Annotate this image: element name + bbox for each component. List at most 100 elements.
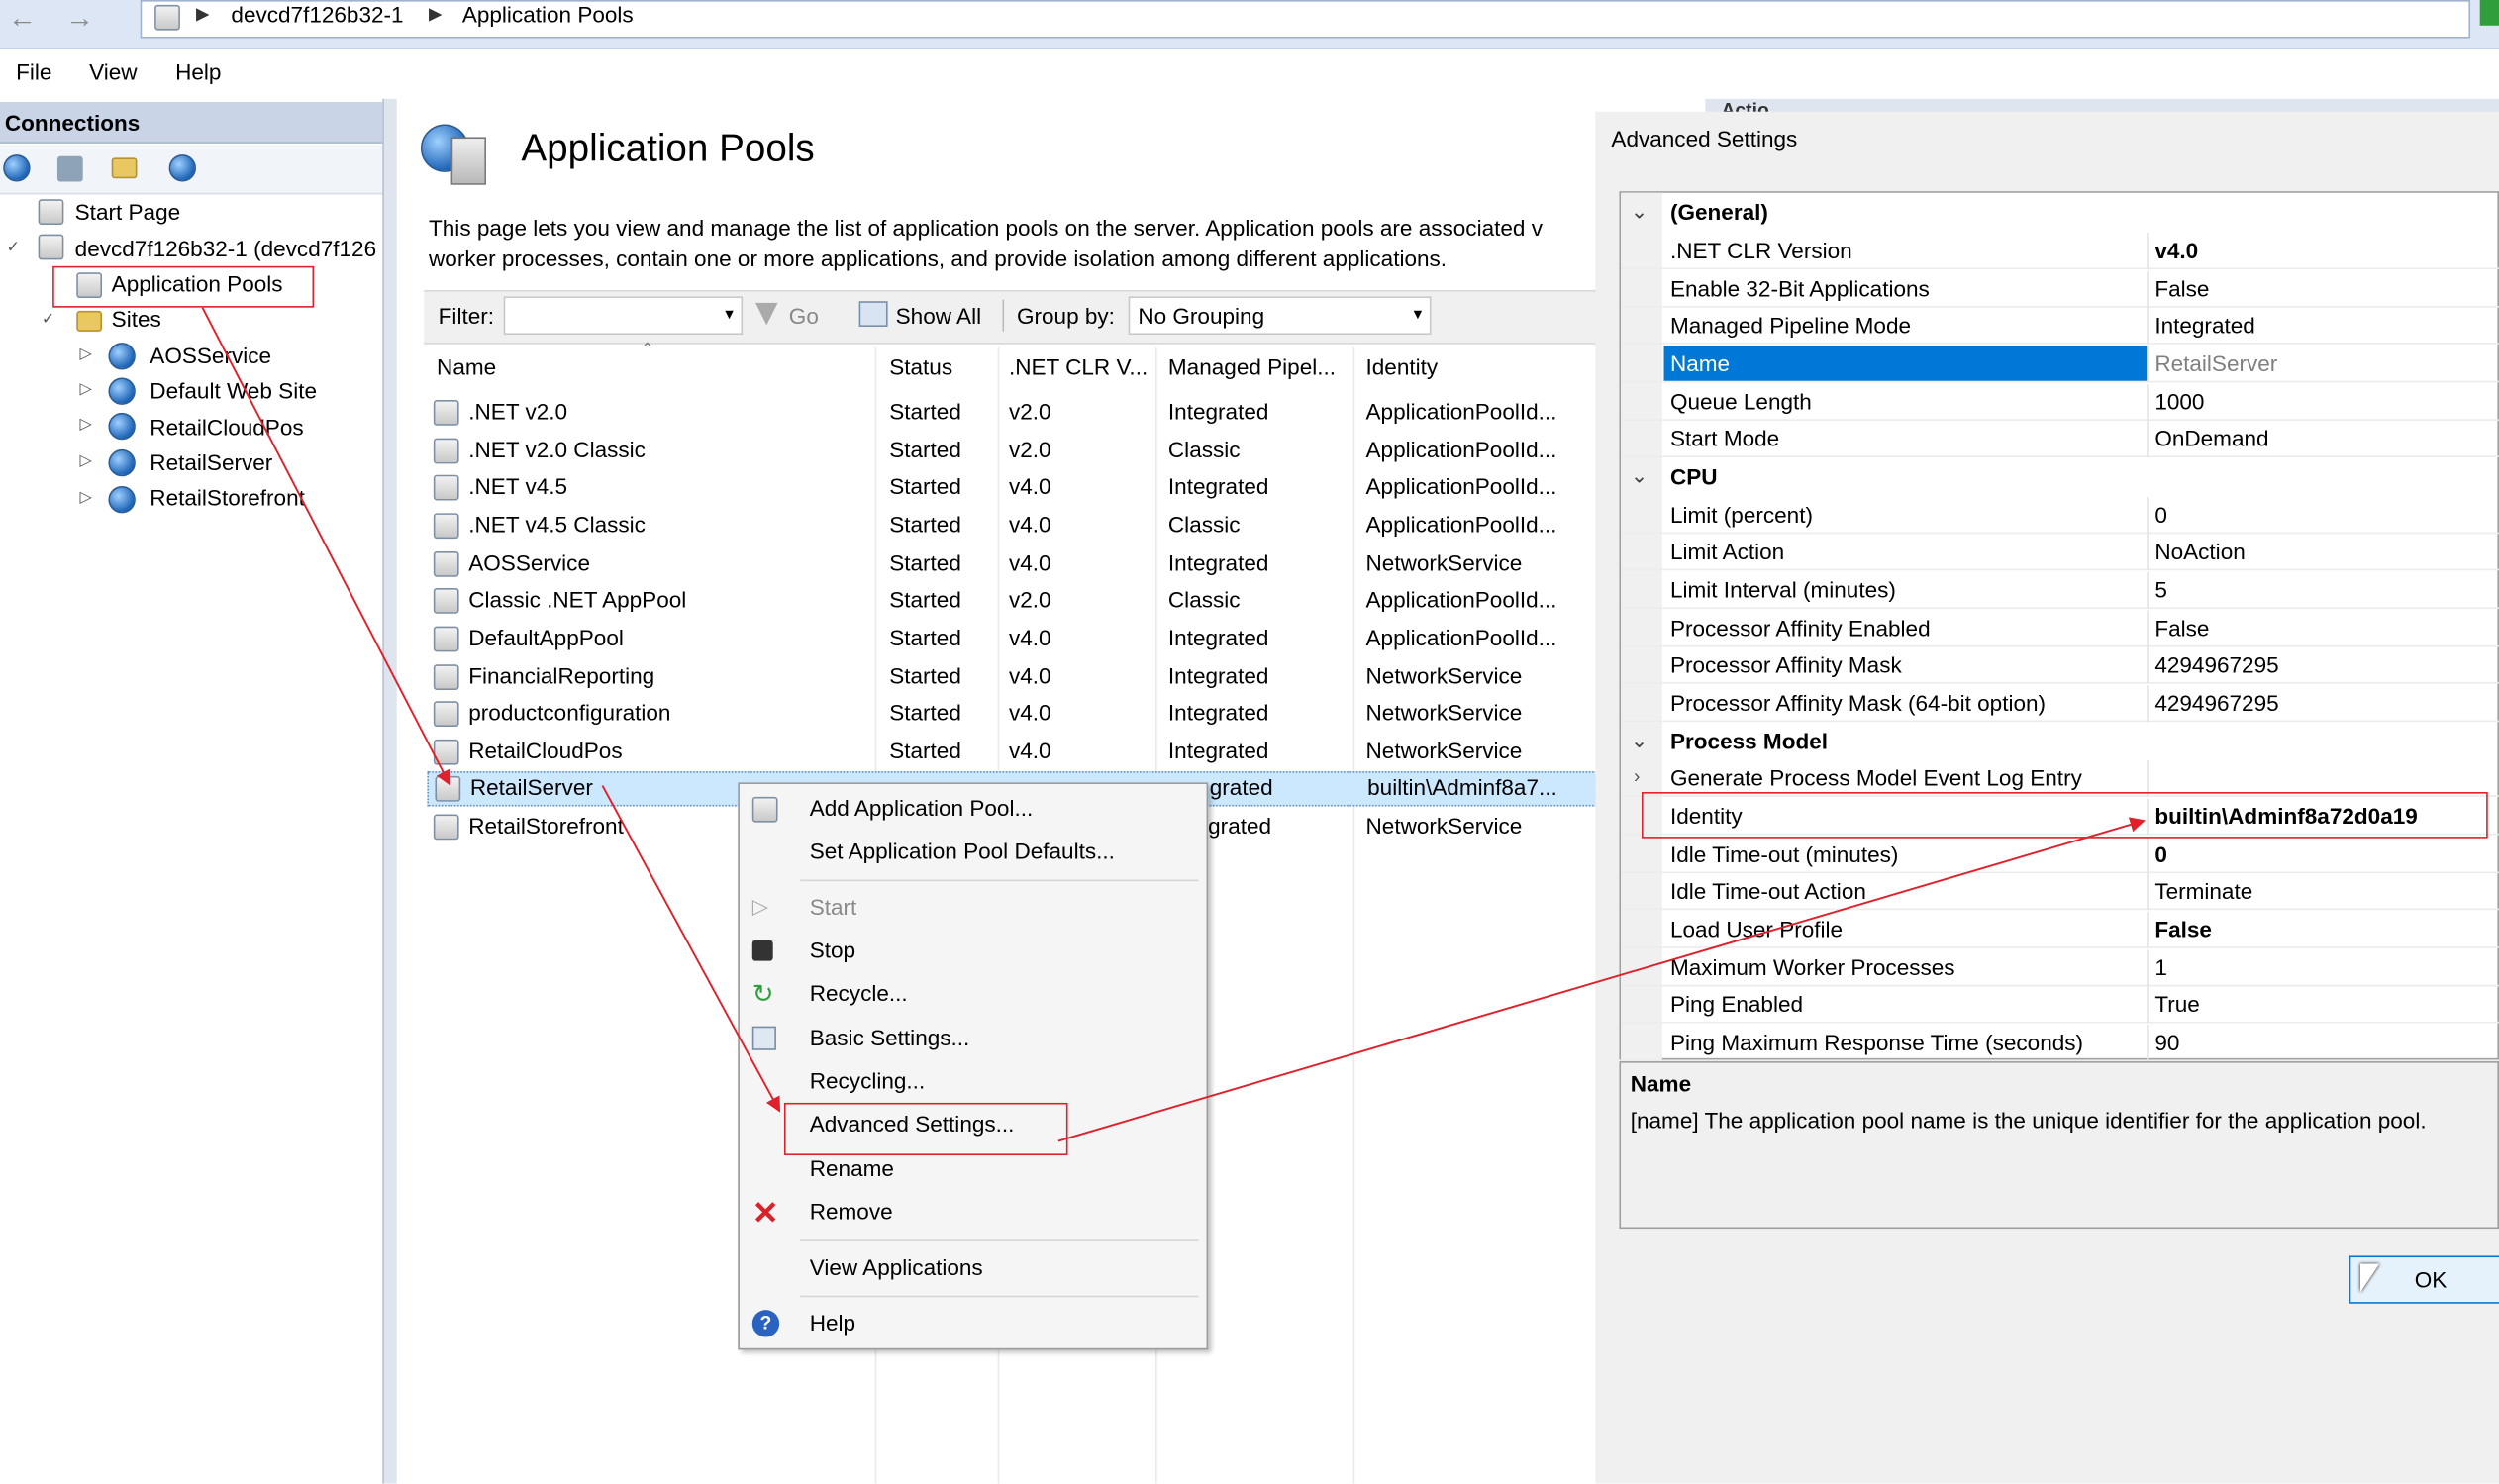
breadcrumb[interactable]: ▶ devcd7f126b32-1 ▶ Application Pools <box>140 0 2471 39</box>
column-header-clr[interactable]: .NET CLR V... <box>1009 353 1148 379</box>
menu-help[interactable]: Help <box>175 59 221 85</box>
property-row[interactable]: Processor Affinity Enabled False <box>1621 610 2499 647</box>
tree-server[interactable]: devcd7f126b32-1 (devcd7f126 <box>75 236 376 261</box>
connect-icon[interactable] <box>3 154 31 182</box>
table-row[interactable]: Classic .NET AppPool Started v2.0 Classi… <box>427 583 1597 618</box>
table-row[interactable]: .NET v4.5 Started v4.0 Integrated Applic… <box>427 470 1597 505</box>
expand-chevron-icon[interactable]: ▷ <box>79 489 91 507</box>
help-icon[interactable] <box>2479 0 2499 26</box>
tree-site-item[interactable]: Default Web Site <box>150 377 317 403</box>
menu-add-application-pool[interactable]: Add Application Pool... <box>810 795 1034 821</box>
back-arrow-icon[interactable]: ← <box>6 3 38 35</box>
site-globe-icon <box>108 343 136 370</box>
dropdown-arrow-icon[interactable]: ▼ <box>1411 306 1425 322</box>
collapse-chevron-icon[interactable]: ✓ <box>6 239 20 256</box>
collapse-chevron-icon[interactable]: ✓ <box>42 311 55 329</box>
table-row[interactable]: .NET v4.5 Classic Started v4.0 Classic A… <box>427 508 1597 543</box>
dropdown-arrow-icon[interactable]: ▼ <box>722 306 736 322</box>
property-row[interactable]: Ping Maximum Response Time (seconds) 90 <box>1621 1025 2499 1062</box>
tree-start-page[interactable]: Start Page <box>75 199 180 225</box>
group-by-select[interactable]: No Grouping ▼ <box>1128 296 1432 336</box>
menu-rename[interactable]: Rename <box>810 1155 894 1181</box>
property-row[interactable]: Limit Action NoAction <box>1621 534 2499 571</box>
property-key: Processor Affinity Mask (64-bit option) <box>1669 690 2047 716</box>
menu-view-applications[interactable]: View Applications <box>810 1254 983 1280</box>
collapse-chevron-icon[interactable]: ⌄ <box>1631 463 1649 489</box>
page-description-2: worker processes, contain one or more ap… <box>429 245 1448 271</box>
group-by-value: No Grouping <box>1138 302 1265 329</box>
forward-arrow-icon[interactable]: → <box>63 3 95 35</box>
property-value: NoAction <box>2154 539 2246 564</box>
property-grid: ⌄ (General) .NET CLR Version v4.0 Enable… <box>1619 191 2499 1062</box>
go-button[interactable]: Go <box>789 303 819 329</box>
property-row[interactable]: Enable 32-Bit Applications False <box>1621 270 2499 308</box>
table-row[interactable]: RetailCloudPos Started v4.0 Integrated N… <box>427 735 1597 769</box>
property-row-selected[interactable]: Name RetailServer <box>1621 346 2499 383</box>
column-header-name[interactable]: Name <box>437 353 496 379</box>
table-row[interactable]: .NET v2.0 Classic Started v2.0 Classic A… <box>427 434 1597 468</box>
breadcrumb-app-pools[interactable]: Application Pools <box>462 2 634 28</box>
property-row[interactable]: Start Mode OnDemand <box>1621 420 2499 457</box>
menu-help-item[interactable]: Help <box>810 1310 855 1336</box>
save-icon[interactable] <box>56 155 83 182</box>
up-folder-icon[interactable] <box>111 157 138 179</box>
property-row[interactable]: Limit Interval (minutes) 5 <box>1621 571 2499 609</box>
property-row[interactable]: .NET CLR Version v4.0 <box>1621 233 2499 270</box>
expand-chevron-icon[interactable]: ▷ <box>79 416 91 434</box>
property-row[interactable]: Managed Pipeline Mode Integrated <box>1621 307 2499 345</box>
collapse-chevron-icon[interactable]: ⌄ <box>1631 199 1649 225</box>
table-row[interactable]: DefaultAppPool Started v4.0 Integrated A… <box>427 622 1597 656</box>
table-row[interactable]: AOSService Started v4.0 Integrated Netwo… <box>427 546 1597 581</box>
start-icon: ▷ <box>751 894 768 919</box>
category-process-model[interactable]: ⌄ Process Model <box>1621 724 2499 760</box>
disconnect-icon[interactable] <box>168 154 196 182</box>
menu-stop[interactable]: Stop <box>810 938 855 963</box>
category-cpu[interactable]: ⌄ CPU <box>1621 459 2499 496</box>
pane-splitter[interactable] <box>382 98 397 1484</box>
help-question-icon: ? <box>751 1310 780 1337</box>
expand-chevron-icon[interactable]: ▷ <box>79 452 91 470</box>
expand-chevron-icon[interactable]: ▷ <box>79 381 91 399</box>
tree-site-item[interactable]: RetailCloudPos <box>150 415 303 441</box>
ok-button[interactable]: OK <box>2349 1255 2499 1304</box>
column-header-identity[interactable]: Identity <box>1366 353 1439 379</box>
menu-view[interactable]: View <box>89 59 137 85</box>
property-value[interactable]: RetailServer <box>2154 350 2277 376</box>
expand-chevron-icon[interactable]: › <box>1634 765 1640 788</box>
category-general[interactable]: ⌄ (General) <box>1621 194 2499 231</box>
menu-recycle[interactable]: Recycle... <box>810 980 908 1006</box>
property-value: Integrated <box>2154 312 2255 339</box>
menu-remove[interactable]: Remove <box>810 1198 893 1224</box>
filter-input[interactable]: ▼ <box>503 296 744 336</box>
tree-site-item[interactable]: RetailServer <box>150 449 272 475</box>
property-row[interactable]: Idle Time-out (minutes) 0 <box>1621 837 2499 874</box>
add-pool-icon <box>751 796 778 823</box>
collapse-chevron-icon[interactable]: ⌄ <box>1631 729 1649 754</box>
tree-site-item[interactable]: RetailStorefront <box>150 484 305 510</box>
column-header-status[interactable]: Status <box>889 353 952 379</box>
table-row[interactable]: .NET v2.0 Started v2.0 Integrated Applic… <box>427 395 1597 430</box>
property-row[interactable]: Ping Enabled True <box>1621 986 2499 1024</box>
property-row[interactable]: Idle Time-out Action Terminate <box>1621 873 2499 911</box>
property-row[interactable]: Processor Affinity Mask 4294967295 <box>1621 646 2499 684</box>
property-row[interactable]: Processor Affinity Mask (64-bit option) … <box>1621 685 2499 723</box>
tree-sites[interactable]: Sites <box>112 306 161 332</box>
menu-basic-settings[interactable]: Basic Settings... <box>810 1025 970 1050</box>
property-row[interactable]: Queue Length 1000 <box>1621 383 2499 421</box>
table-row[interactable]: FinancialReporting Started v4.0 Integrat… <box>427 659 1597 694</box>
show-all-button[interactable]: Show All <box>896 303 981 329</box>
expand-chevron-icon[interactable]: ▷ <box>79 346 91 363</box>
table-row[interactable]: productconfiguration Started v4.0 Integr… <box>427 696 1597 731</box>
property-row[interactable]: Load User Profile False <box>1621 911 2499 948</box>
property-key: Idle Time-out (minutes) <box>1669 841 1899 867</box>
start-page-icon <box>38 199 64 225</box>
menu-start[interactable]: Start <box>810 894 857 920</box>
menu-recycling[interactable]: Recycling... <box>810 1067 925 1093</box>
column-header-pipeline[interactable]: Managed Pipel... <box>1168 353 1336 379</box>
property-row[interactable]: Limit (percent) 0 <box>1621 497 2499 535</box>
menu-set-pool-defaults[interactable]: Set Application Pool Defaults... <box>810 839 1115 864</box>
breadcrumb-server[interactable]: devcd7f126b32-1 <box>231 2 403 28</box>
tree-site-item[interactable]: AOSService <box>150 343 271 368</box>
menu-file[interactable]: File <box>16 59 51 85</box>
property-row[interactable]: Maximum Worker Processes 1 <box>1621 949 2499 987</box>
